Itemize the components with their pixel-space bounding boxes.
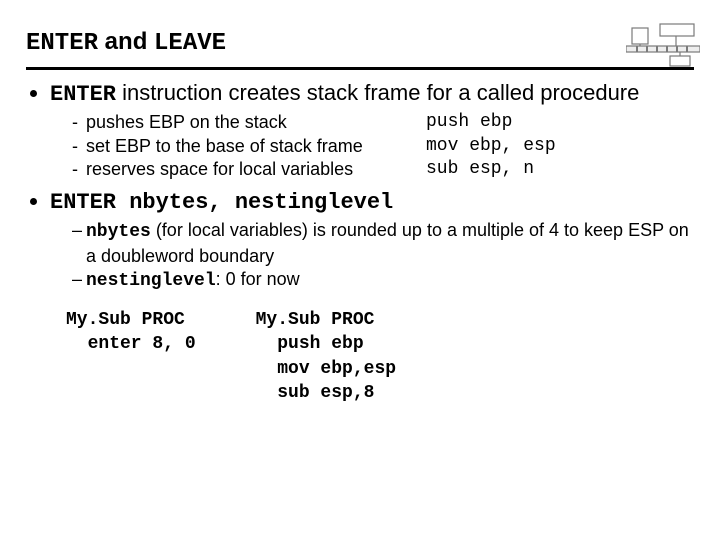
- enter-sig-sub-list: nbytes (for local variables) is rounded …: [50, 219, 694, 294]
- title-kw-enter: ENTER: [26, 30, 98, 57]
- cpu-diagram-icon: [626, 22, 700, 70]
- sig-sub-nesting: nestinglevel: 0 for now: [72, 268, 694, 294]
- enter-sub-1: pushes EBP on the stack push ebp: [72, 111, 694, 135]
- bullet-enter-desc: ENTER instruction creates stack frame fo…: [50, 80, 694, 182]
- title-mid: and: [98, 28, 154, 55]
- code-example: My.Sub PROC enter 8, 0 My.Sub PROC push …: [26, 308, 694, 405]
- enter-sub-3: reserves space for local variables sub e…: [72, 158, 694, 182]
- code-right: My.Sub PROC push ebp mov ebp,esp sub esp…: [256, 308, 396, 405]
- enter-sub-1-text: pushes EBP on the stack: [86, 111, 426, 135]
- title-kw-leave: LEAVE: [154, 30, 226, 57]
- nbytes-desc: (for local variables) is rounded up to a…: [86, 220, 689, 266]
- enter-sub-3-code: sub esp, n: [426, 158, 694, 182]
- kw-enter: ENTER: [50, 82, 116, 107]
- enter-sub-2-code: mov ebp, esp: [426, 135, 694, 159]
- enter-sub-1-code: push ebp: [426, 111, 694, 135]
- enter-sub-2-text: set EBP to the base of stack frame: [86, 135, 426, 159]
- code-left: My.Sub PROC enter 8, 0: [66, 308, 196, 405]
- enter-sub-3-text: reserves space for local variables: [86, 158, 426, 182]
- enter-signature: ENTER nbytes, nestinglevel: [50, 190, 393, 215]
- title-divider: [26, 67, 694, 70]
- nestinglevel-desc: : 0 for now: [216, 269, 300, 289]
- slide-title: ENTER and LEAVE: [26, 28, 694, 57]
- enter-desc-text: instruction creates stack frame for a ca…: [116, 80, 639, 105]
- bullet-list: ENTER instruction creates stack frame fo…: [26, 80, 694, 294]
- enter-sub-list: pushes EBP on the stack push ebp set EBP…: [50, 111, 694, 182]
- enter-sub-2: set EBP to the base of stack frame mov e…: [72, 135, 694, 159]
- sig-sub-nbytes: nbytes (for local variables) is rounded …: [72, 219, 694, 269]
- kw-nbytes: nbytes: [86, 222, 151, 242]
- bullet-enter-sig: ENTER nbytes, nestinglevel nbytes (for l…: [50, 188, 694, 294]
- kw-nestinglevel: nestinglevel: [86, 271, 216, 291]
